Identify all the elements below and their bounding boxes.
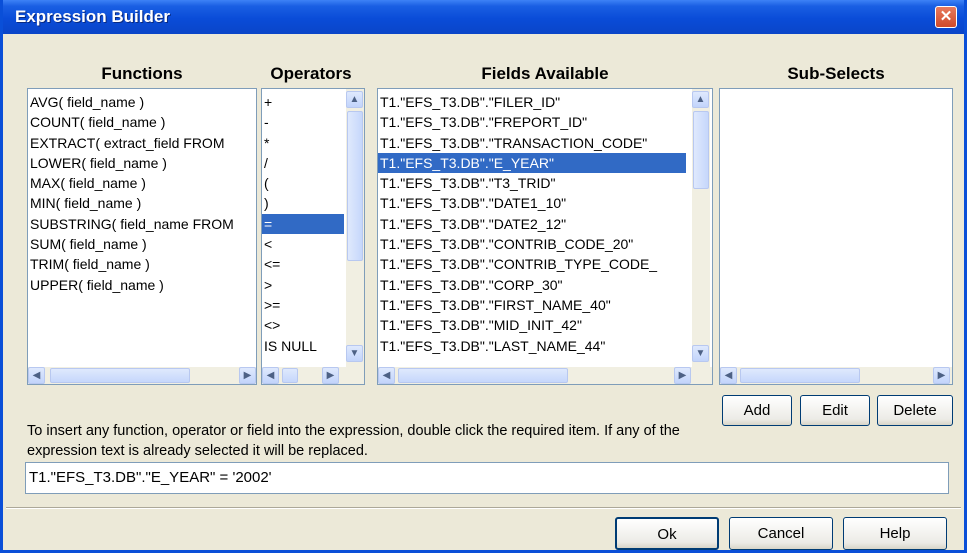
expression-builder-dialog: Expression Builder ✕ Functions Operators… — [0, 0, 967, 553]
field-item[interactable]: T1."EFS_T3.DB"."T3_TRID" — [378, 173, 686, 193]
scroll-thumb[interactable] — [740, 368, 860, 383]
scroll-right-icon[interactable]: ▶ — [322, 367, 339, 384]
subselects-hscrollbar[interactable]: ◀ ▶ — [720, 367, 952, 384]
function-item[interactable]: AVG( field_name ) — [28, 92, 256, 112]
expression-input[interactable]: T1."EFS_T3.DB"."E_YEAR" = '2002' — [25, 462, 949, 494]
functions-header: Functions — [101, 64, 183, 83]
scroll-right-icon[interactable]: ▶ — [933, 367, 950, 384]
function-item[interactable]: EXTRACT( extract_field FROM — [28, 133, 256, 153]
field-item[interactable]: T1."EFS_T3.DB"."TRANSACTION_CODE" — [378, 133, 686, 153]
operator-item[interactable]: + — [262, 92, 344, 112]
field-item[interactable]: T1."EFS_T3.DB"."CONTRIB_TYPE_CODE_ — [378, 254, 686, 274]
fields-header: Fields Available — [481, 64, 609, 83]
field-item[interactable]: T1."EFS_T3.DB"."CORP_30" — [378, 275, 686, 295]
field-item[interactable]: T1."EFS_T3.DB"."FIRST_NAME_40" — [378, 295, 686, 315]
scroll-thumb[interactable] — [282, 368, 298, 383]
operator-item[interactable]: - — [262, 112, 344, 132]
scroll-left-icon[interactable]: ◀ — [28, 367, 45, 384]
operators-header: Operators — [270, 64, 352, 83]
function-item[interactable]: MIN( field_name ) — [28, 193, 256, 213]
scroll-thumb[interactable] — [50, 368, 190, 383]
cancel-button[interactable]: Cancel — [729, 517, 833, 550]
scroll-down-icon[interactable]: ▼ — [692, 345, 709, 362]
footer-divider — [6, 507, 961, 509]
close-icon[interactable]: ✕ — [935, 6, 957, 28]
operators-vscrollbar[interactable]: ▲ ▼ — [346, 89, 364, 367]
fields-vscrollbar[interactable]: ▲ ▼ — [692, 89, 710, 367]
window-title: Expression Builder — [15, 7, 170, 26]
operator-item[interactable]: / — [262, 153, 344, 173]
operator-item[interactable]: ( — [262, 173, 344, 193]
operator-item[interactable]: < — [262, 234, 344, 254]
fields-list[interactable]: T1."EFS_T3.DB"."FILER_ID" T1."EFS_T3.DB".… — [377, 88, 713, 385]
scroll-down-icon[interactable]: ▼ — [346, 345, 363, 362]
function-item[interactable]: UPPER( field_name ) — [28, 275, 256, 295]
add-button[interactable]: Add — [722, 395, 792, 426]
ok-button[interactable]: Ok — [615, 517, 719, 550]
scroll-left-icon[interactable]: ◀ — [262, 367, 279, 384]
function-item[interactable]: COUNT( field_name ) — [28, 112, 256, 132]
scroll-thumb[interactable] — [398, 368, 568, 383]
fields-hscrollbar[interactable]: ◀ ▶ — [378, 367, 712, 384]
field-item[interactable]: T1."EFS_T3.DB"."DATE1_10" — [378, 193, 686, 213]
scroll-thumb[interactable] — [347, 111, 363, 261]
functions-list[interactable]: AVG( field_name ) COUNT( field_name ) EXTR… — [27, 88, 257, 385]
field-item[interactable]: T1."EFS_T3.DB"."LAST_NAME_44" — [378, 336, 686, 356]
operator-item[interactable]: = — [262, 213, 344, 235]
field-item[interactable]: T1."EFS_T3.DB"."DATE2_12" — [378, 214, 686, 234]
field-item[interactable]: T1."EFS_T3.DB"."CONTRIB_CODE_20" — [378, 234, 686, 254]
instructions-text: To insert any function, operator or fiel… — [27, 423, 680, 459]
function-item[interactable]: TRIM( field_name ) — [28, 254, 256, 274]
delete-button[interactable]: Delete — [877, 395, 953, 426]
operators-list[interactable]: + - * /() = < <= > >= <> IS NULL ▲ ▼ ◀ ▶ — [261, 88, 365, 385]
function-item[interactable]: SUBSTRING( field_name FROM — [28, 214, 256, 234]
field-item[interactable]: T1."EFS_T3.DB"."MID_INIT_42" — [378, 315, 686, 335]
scroll-up-icon[interactable]: ▲ — [346, 91, 363, 108]
edit-button[interactable]: Edit — [800, 395, 870, 426]
scroll-thumb[interactable] — [693, 111, 709, 189]
scroll-left-icon[interactable]: ◀ — [720, 367, 737, 384]
operator-item[interactable]: IS NULL — [262, 336, 344, 356]
function-item[interactable]: LOWER( field_name ) — [28, 153, 256, 173]
operator-item[interactable]: >= — [262, 295, 344, 315]
field-item[interactable]: T1."EFS_T3.DB"."FILER_ID" — [378, 92, 686, 112]
subselects-list[interactable]: ◀ ▶ — [719, 88, 953, 385]
operator-item[interactable]: * — [262, 133, 344, 153]
operator-item[interactable]: <= — [262, 254, 344, 274]
functions-hscrollbar[interactable]: ◀ ▶ — [28, 367, 256, 384]
function-item[interactable]: MAX( field_name ) — [28, 173, 256, 193]
title-bar[interactable]: Expression Builder ✕ — [3, 0, 964, 34]
scroll-up-icon[interactable]: ▲ — [692, 91, 709, 108]
function-item[interactable]: SUM( field_name ) — [28, 234, 256, 254]
help-button[interactable]: Help — [843, 517, 947, 550]
subselects-header: Sub-Selects — [787, 64, 885, 83]
operator-item[interactable]: > — [262, 275, 344, 295]
field-item[interactable]: T1."EFS_T3.DB"."E_YEAR" — [378, 152, 686, 174]
operators-hscrollbar[interactable]: ◀ ▶ — [262, 367, 364, 384]
scroll-right-icon[interactable]: ▶ — [239, 367, 256, 384]
scroll-left-icon[interactable]: ◀ — [378, 367, 395, 384]
field-item[interactable]: T1."EFS_T3.DB"."FREPORT_ID" — [378, 112, 686, 132]
operator-item[interactable]: ) — [262, 193, 344, 213]
operator-item[interactable]: <> — [262, 315, 344, 335]
scroll-right-icon[interactable]: ▶ — [674, 367, 691, 384]
